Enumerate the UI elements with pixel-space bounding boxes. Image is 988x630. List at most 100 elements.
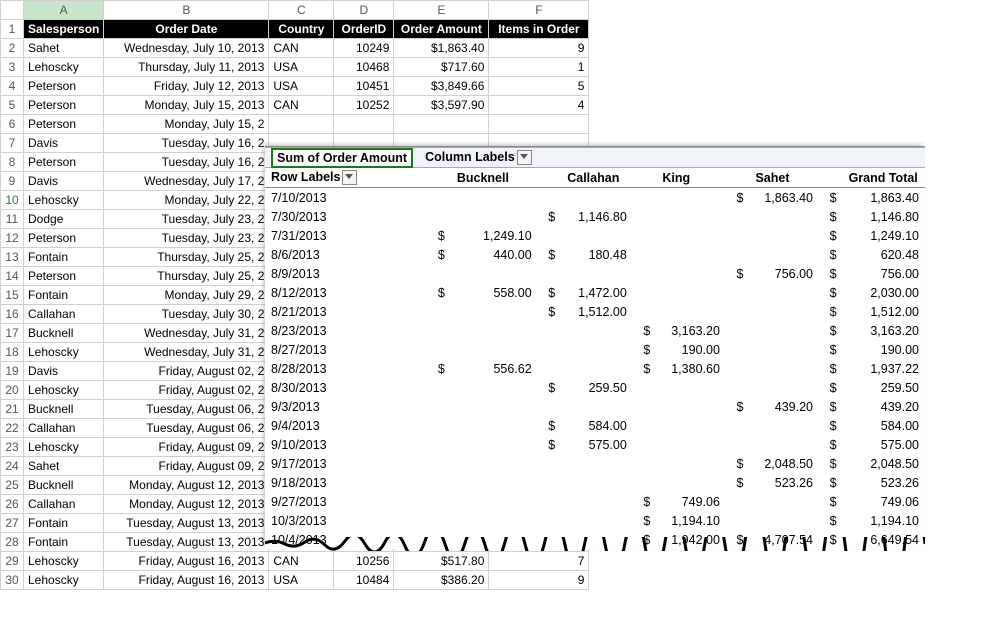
row-header[interactable]: 6 <box>1 115 24 134</box>
pivot-row-label[interactable]: 8/23/2013 <box>265 321 419 340</box>
pivot-value[interactable]: 3,163.20 <box>656 321 726 340</box>
cell[interactable]: Lehoscky <box>24 438 104 457</box>
cell[interactable]: 1 <box>489 58 589 77</box>
row-header[interactable]: 16 <box>1 305 24 324</box>
pivot-grand-total-value[interactable]: 575.00 <box>843 435 925 454</box>
cell[interactable]: Friday, August 02, 2 <box>104 362 269 381</box>
pivot-row-label[interactable]: 9/17/2013 <box>265 454 419 473</box>
pivot-grand-total-value[interactable]: 620.48 <box>843 245 925 264</box>
pivot-col-bucknell[interactable]: Bucknell <box>451 168 538 188</box>
cell[interactable]: Fontain <box>24 286 104 305</box>
cell[interactable]: Sahet <box>24 457 104 476</box>
cell[interactable] <box>334 115 394 134</box>
cell[interactable]: CAN <box>269 552 334 571</box>
cell[interactable]: Tuesday, August 06, 2 <box>104 400 269 419</box>
pivot-value[interactable]: 1,146.80 <box>561 207 633 226</box>
cell[interactable]: Tuesday, July 23, 2 <box>104 210 269 229</box>
pivot-value[interactable]: 749.06 <box>656 492 726 511</box>
pivot-grand-total-value[interactable]: 1,146.80 <box>843 207 925 226</box>
column-filter-icon[interactable] <box>517 150 532 165</box>
cell[interactable]: Wednesday, July 10, 2013 <box>104 39 269 58</box>
row-header[interactable]: 7 <box>1 134 24 153</box>
cell[interactable]: Bucknell <box>24 324 104 343</box>
cell[interactable]: Callahan <box>24 419 104 438</box>
cell[interactable]: Friday, July 12, 2013 <box>104 77 269 96</box>
pivot-grand-total-value[interactable]: 749.06 <box>843 492 925 511</box>
cell[interactable]: Davis <box>24 172 104 191</box>
row-header[interactable]: 4 <box>1 77 24 96</box>
pivot-grand-total-value[interactable]: 1,194.10 <box>843 511 925 530</box>
pivot-grand-total-value[interactable]: 584.00 <box>843 416 925 435</box>
pivot-value[interactable]: 190.00 <box>656 340 726 359</box>
pivot-row-label[interactable]: 7/30/2013 <box>265 207 419 226</box>
cell[interactable]: Friday, August 02, 2 <box>104 381 269 400</box>
pivot-row-label[interactable]: 9/4/2013 <box>265 416 419 435</box>
pivot-value[interactable]: 584.00 <box>561 416 633 435</box>
cell[interactable]: USA <box>269 77 334 96</box>
row-header[interactable]: 18 <box>1 343 24 362</box>
pivot-value[interactable]: 259.50 <box>561 378 633 397</box>
cell[interactable]: Wednesday, July 17, 2 <box>104 172 269 191</box>
pivot-row-label[interactable]: 8/6/2013 <box>265 245 419 264</box>
pivot-value[interactable]: 440.00 <box>451 245 538 264</box>
cell[interactable]: $3,597.90 <box>394 96 489 115</box>
cell[interactable]: Lehoscky <box>24 191 104 210</box>
row-header[interactable]: 15 <box>1 286 24 305</box>
col-header-F[interactable]: F <box>489 1 589 20</box>
row-header[interactable]: 30 <box>1 571 24 590</box>
col-header-B[interactable]: B <box>104 1 269 20</box>
pivot-col-king[interactable]: King <box>656 168 726 188</box>
row-header[interactable]: 2 <box>1 39 24 58</box>
pivot-grand-total-value[interactable]: 756.00 <box>843 264 925 283</box>
cell[interactable]: Monday, July 22, 2 <box>104 191 269 210</box>
select-all-corner[interactable] <box>1 1 24 20</box>
row-header[interactable]: 11 <box>1 210 24 229</box>
pivot-value[interactable]: 1,863.40 <box>749 188 819 208</box>
cell[interactable]: Davis <box>24 134 104 153</box>
pivot-row-label[interactable]: 10/3/2013 <box>265 511 419 530</box>
header-order-date[interactable]: Order Date <box>104 20 269 39</box>
pivot-col-callahan[interactable]: Callahan <box>561 168 633 188</box>
cell[interactable]: $3,849.66 <box>394 77 489 96</box>
row-header[interactable]: 21 <box>1 400 24 419</box>
cell[interactable]: Peterson <box>24 77 104 96</box>
pivot-grand-total-value[interactable]: 439.20 <box>843 397 925 416</box>
cell[interactable]: Lehoscky <box>24 343 104 362</box>
cell[interactable]: Monday, July 15, 2 <box>104 115 269 134</box>
cell[interactable]: Monday, July 15, 2013 <box>104 96 269 115</box>
header-salesperson[interactable]: Salesperson <box>24 20 104 39</box>
cell[interactable]: Lehoscky <box>24 381 104 400</box>
cell[interactable]: Fontain <box>24 533 104 552</box>
pivot-value[interactable]: 439.20 <box>749 397 819 416</box>
cell[interactable]: Tuesday, July 30, 2 <box>104 305 269 324</box>
pivot-row-label[interactable]: 8/28/2013 <box>265 359 419 378</box>
cell[interactable]: Dodge <box>24 210 104 229</box>
cell[interactable]: Friday, August 16, 2013 <box>104 571 269 590</box>
cell[interactable]: 7 <box>489 552 589 571</box>
pivot-row-label[interactable]: 9/27/2013 <box>265 492 419 511</box>
cell[interactable]: Tuesday, August 13, 2013 <box>104 533 269 552</box>
pivot-row-label[interactable]: 9/10/2013 <box>265 435 419 454</box>
cell[interactable]: 9 <box>489 39 589 58</box>
cell[interactable]: Bucknell <box>24 400 104 419</box>
cell[interactable]: Peterson <box>24 229 104 248</box>
cell[interactable]: $517.80 <box>394 552 489 571</box>
pivot-row-label[interactable]: 9/18/2013 <box>265 473 419 492</box>
cell[interactable]: Fontain <box>24 514 104 533</box>
header-order-id[interactable]: OrderID <box>334 20 394 39</box>
cell[interactable]: 4 <box>489 96 589 115</box>
cell[interactable]: 10468 <box>334 58 394 77</box>
cell[interactable]: 9 <box>489 571 589 590</box>
cell[interactable]: USA <box>269 571 334 590</box>
cell[interactable]: Friday, August 09, 2 <box>104 457 269 476</box>
row-header[interactable]: 14 <box>1 267 24 286</box>
pivot-row-label[interactable]: 8/27/2013 <box>265 340 419 359</box>
cell[interactable]: Tuesday, August 13, 2013 <box>104 514 269 533</box>
row-header[interactable]: 24 <box>1 457 24 476</box>
cell[interactable]: 10451 <box>334 77 394 96</box>
cell[interactable]: 5 <box>489 77 589 96</box>
pivot-col-grand-total[interactable]: Grand Total <box>843 168 925 188</box>
cell[interactable]: $386.20 <box>394 571 489 590</box>
cell[interactable]: Lehoscky <box>24 58 104 77</box>
row-header[interactable]: 26 <box>1 495 24 514</box>
